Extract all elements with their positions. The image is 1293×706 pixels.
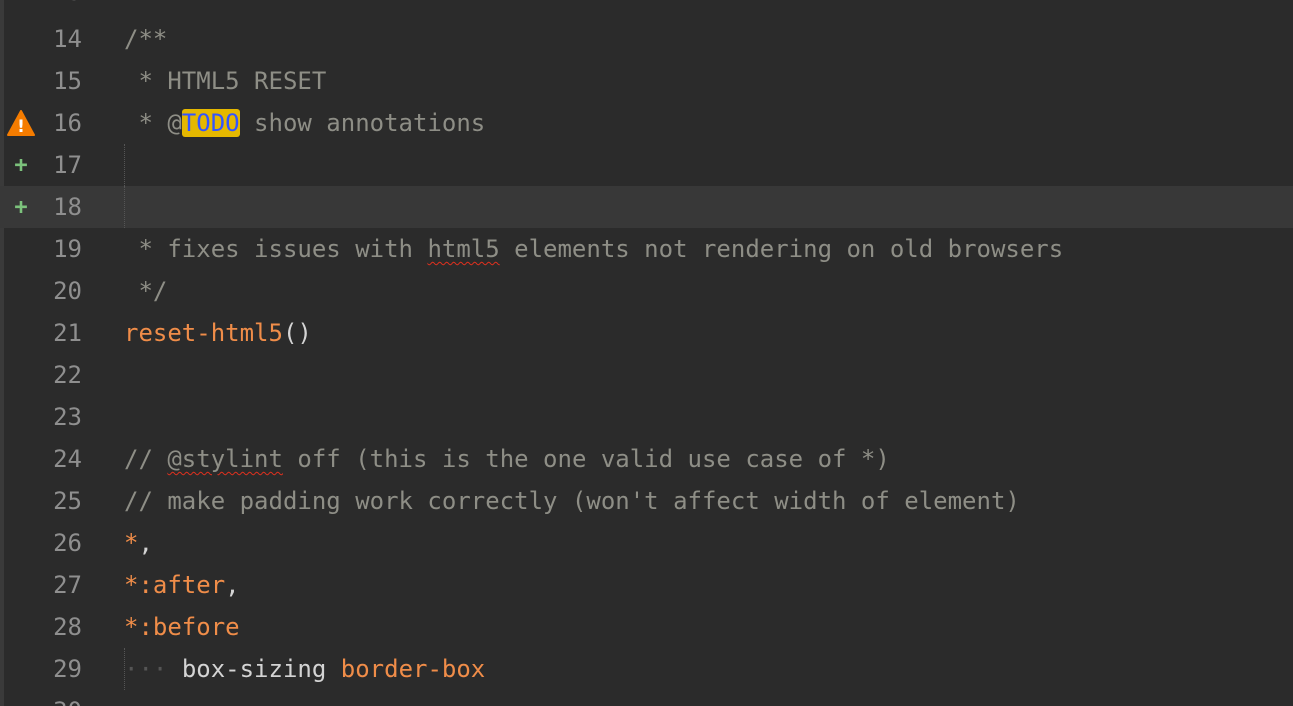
comment-text: */ xyxy=(124,277,168,305)
line-number: 21 xyxy=(53,319,82,347)
indent-dots: ··· xyxy=(124,655,168,683)
line-number: 16 xyxy=(53,109,82,137)
selector: *, xyxy=(124,529,153,557)
code-line[interactable]: 28 *:before xyxy=(0,606,1293,648)
code-line[interactable]: 26 *, xyxy=(0,522,1293,564)
indent-guide xyxy=(124,186,125,228)
comment-text: * HTML5 RESET xyxy=(124,67,327,95)
comment-prefix: * fixes issues with xyxy=(124,235,428,263)
code-editor[interactable]: 13 14 /** 15 * HTML5 RESET ! 16 * @TODO … xyxy=(0,0,1293,706)
comment-text: // @stylint off (this is the one valid u… xyxy=(124,445,890,473)
line-number: 26 xyxy=(53,529,82,557)
code-line[interactable]: 13 xyxy=(0,0,1293,13)
line-number: 24 xyxy=(53,445,82,473)
code-line[interactable]: 15 * HTML5 RESET xyxy=(0,60,1293,102)
code-line[interactable]: 20 */ xyxy=(0,270,1293,312)
comment-prefix: * @ xyxy=(124,109,182,137)
line-number: 22 xyxy=(53,361,82,389)
line-number: 23 xyxy=(53,403,82,431)
code-line[interactable]: 25 // make padding work correctly (won't… xyxy=(0,480,1293,522)
line-number: 19 xyxy=(53,235,82,263)
selector-punct: , xyxy=(138,529,153,557)
line-number: 29 xyxy=(53,655,82,683)
line-number: 20 xyxy=(53,277,82,305)
comment-prefix: // xyxy=(124,445,168,473)
current-code-line[interactable]: + 18 xyxy=(0,186,1293,228)
code-line[interactable]: 14 /** xyxy=(0,18,1293,60)
line-number: 13 xyxy=(30,0,82,6)
function-call: reset-html5() xyxy=(124,319,312,347)
line-number: 28 xyxy=(53,613,82,641)
line-number: 30 xyxy=(30,697,82,706)
code-line[interactable]: 29 ··· box-sizing border-box xyxy=(0,648,1293,690)
code-line[interactable]: 19 * fixes issues with html5 elements no… xyxy=(0,228,1293,270)
code-line[interactable]: 23 xyxy=(0,396,1293,438)
line-number: 17 xyxy=(53,151,82,179)
selector-name: *:before xyxy=(124,613,240,641)
code-line[interactable]: 30 xyxy=(0,690,1293,706)
comment-suffix: off (this is the one valid use case of *… xyxy=(282,445,890,473)
spellcheck-word[interactable]: @stylint xyxy=(167,445,283,473)
comment-text: // make padding work correctly (won't af… xyxy=(124,487,1020,515)
property-value: border-box xyxy=(340,655,486,683)
code-line[interactable]: 27 *:after, xyxy=(0,564,1293,606)
svg-text:!: ! xyxy=(17,117,25,136)
line-number: 14 xyxy=(53,25,82,53)
line-number: 27 xyxy=(53,571,82,599)
indent-guide xyxy=(124,144,125,186)
comment-text: /** xyxy=(124,25,168,53)
code-line[interactable]: 21 reset-html5() xyxy=(0,312,1293,354)
code-line[interactable]: ! 16 * @TODO show annotations xyxy=(0,102,1293,144)
line-number: 25 xyxy=(53,487,82,515)
parentheses: () xyxy=(282,319,312,347)
declaration: ··· box-sizing border-box xyxy=(124,655,485,683)
comment-suffix: show annotations xyxy=(239,109,486,137)
selector-punct: , xyxy=(225,571,240,599)
comment-suffix: elements not rendering on old browsers xyxy=(499,235,1064,263)
code-line[interactable]: 24 // @stylint off (this is the one vali… xyxy=(0,438,1293,480)
comment-text: * @TODO show annotations xyxy=(124,109,485,137)
property-name: box-sizing xyxy=(181,655,327,683)
selector-name: *:after xyxy=(124,571,226,599)
comment-text: * fixes issues with html5 elements not r… xyxy=(124,235,1063,263)
selector-name: * xyxy=(124,529,139,557)
selector: *:after, xyxy=(124,571,240,599)
function-name: reset-html5 xyxy=(124,319,283,347)
todo-tag[interactable]: TODO xyxy=(181,109,240,137)
line-number: 18 xyxy=(53,193,82,221)
spellcheck-word[interactable]: html5 xyxy=(427,235,499,263)
line-number: 15 xyxy=(53,67,82,95)
code-line[interactable]: 22 xyxy=(0,354,1293,396)
code-line[interactable]: + 17 xyxy=(0,144,1293,186)
